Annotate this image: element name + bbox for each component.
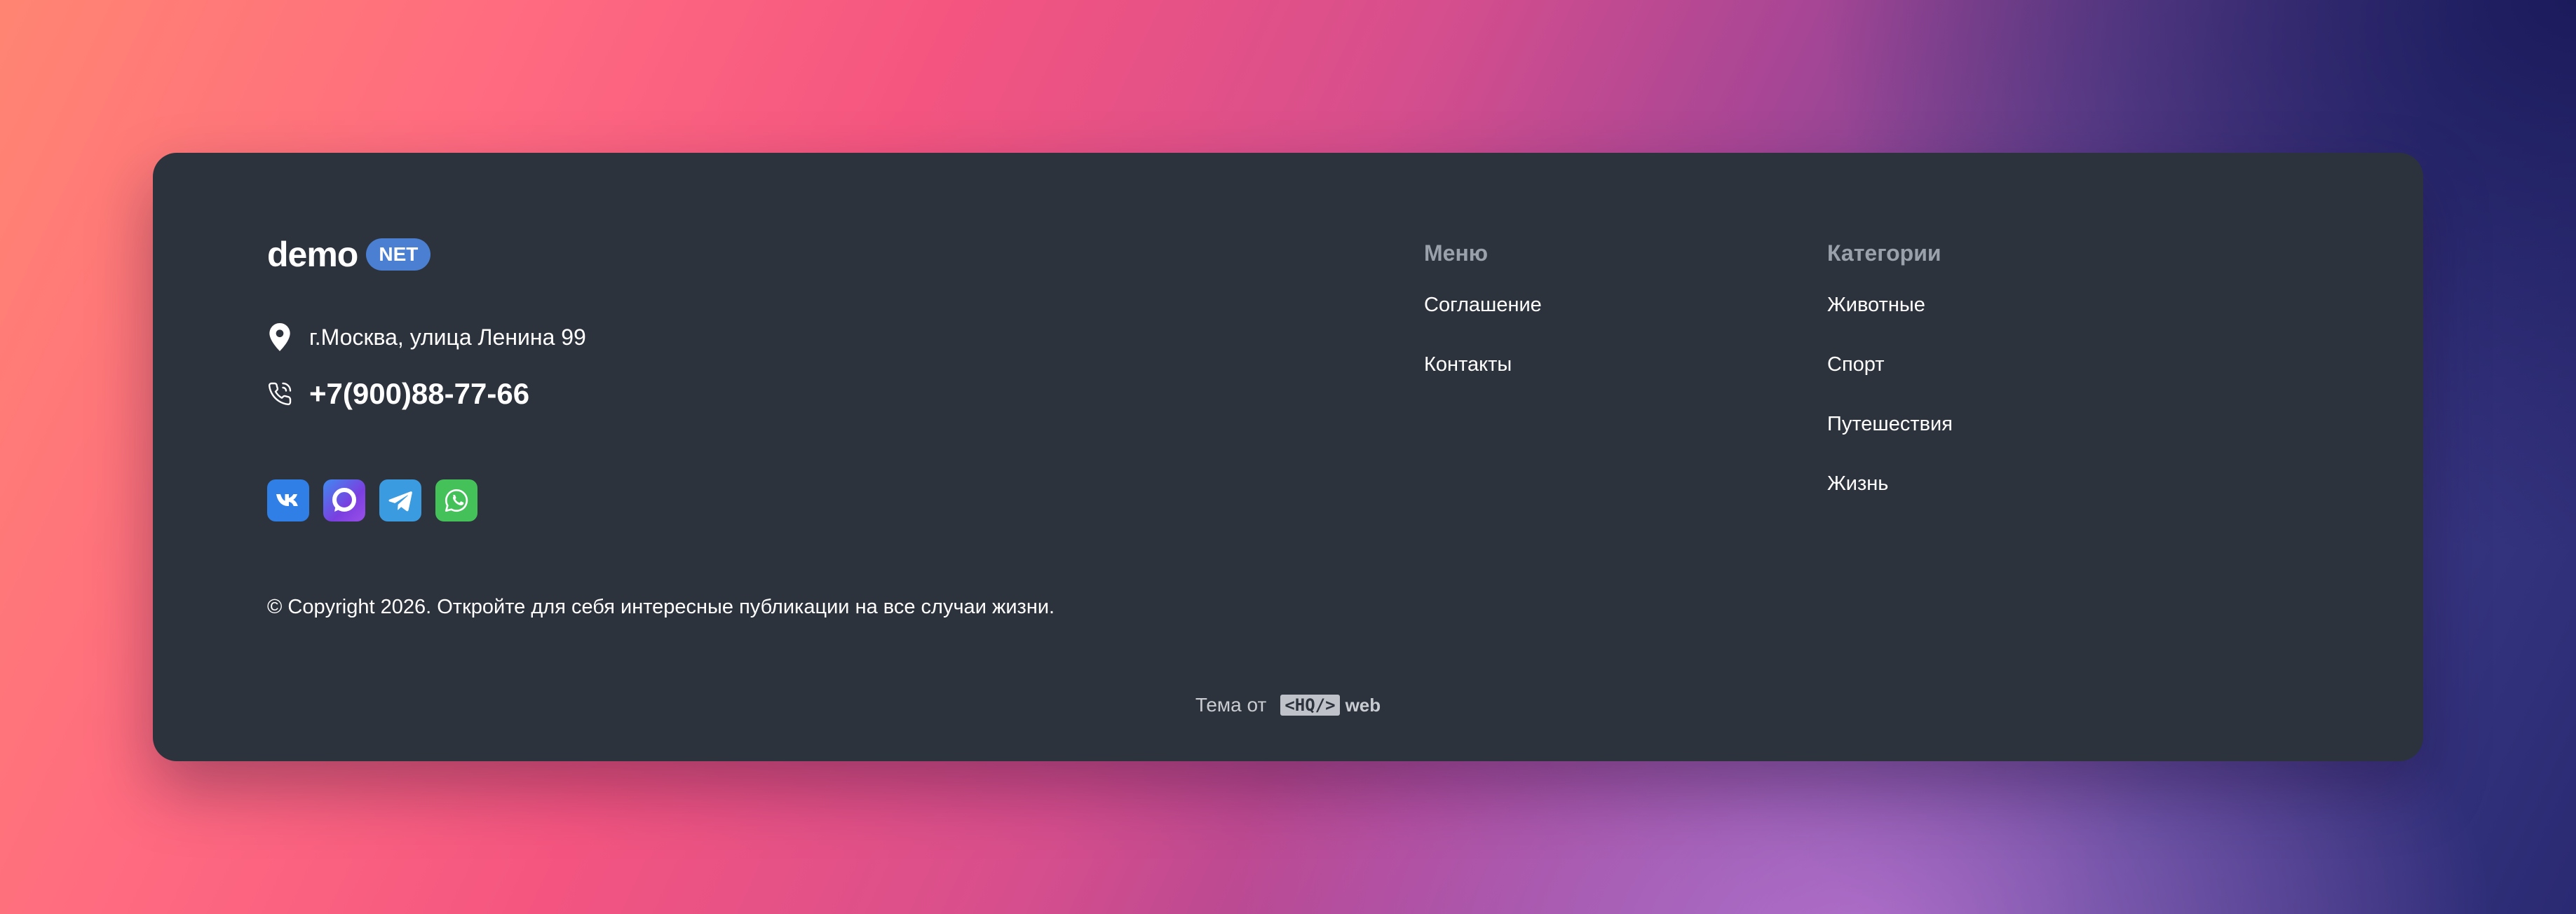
phone-link[interactable]: +7(900)88-77-66 bbox=[309, 377, 529, 411]
site-footer: demo NET г.Москва, улица Ленина 99 +7(90… bbox=[153, 153, 2423, 761]
category-link-animals[interactable]: Животные bbox=[1827, 293, 1953, 317]
menu-link-agreement[interactable]: Соглашение bbox=[1424, 293, 1542, 317]
logo-badge: NET bbox=[366, 238, 431, 271]
menu-link-contacts[interactable]: Контакты bbox=[1424, 353, 1542, 376]
phone-icon bbox=[267, 379, 292, 409]
hqweb-logo-box: <HQ/> bbox=[1280, 694, 1340, 716]
phone-row: +7(900)88-77-66 bbox=[267, 377, 529, 411]
address-row: г.Москва, улица Ленина 99 bbox=[267, 322, 586, 352]
telegram-icon[interactable] bbox=[379, 479, 421, 521]
menu-column: Меню Соглашение Контакты bbox=[1424, 240, 1542, 412]
theme-credit: Тема от <HQ/> web bbox=[153, 694, 2423, 716]
whatsapp-icon[interactable] bbox=[435, 479, 477, 521]
social-links bbox=[267, 479, 477, 521]
site-logo[interactable]: demo NET bbox=[267, 231, 431, 278]
categories-heading: Категории bbox=[1827, 240, 1941, 266]
location-pin-icon bbox=[267, 322, 292, 352]
vk-icon[interactable] bbox=[267, 479, 309, 521]
address-text: г.Москва, улица Ленина 99 bbox=[309, 324, 586, 350]
hqweb-logo-suffix: web bbox=[1345, 694, 1381, 716]
copyright-text: © Copyright 2026. Откройте для себя инте… bbox=[267, 596, 1055, 618]
max-messenger-icon[interactable] bbox=[323, 479, 365, 521]
category-link-sport[interactable]: Спорт bbox=[1827, 353, 1953, 376]
logo-text: demo bbox=[267, 235, 358, 274]
hqweb-logo-link[interactable]: <HQ/> web bbox=[1280, 695, 1381, 716]
category-link-life[interactable]: Жизнь bbox=[1827, 472, 1953, 496]
categories-column: Категории Животные Спорт Путешествия Жиз… bbox=[1827, 240, 1953, 531]
menu-heading: Меню bbox=[1424, 240, 1489, 266]
theme-credit-label: Тема от bbox=[1195, 694, 1267, 716]
category-link-travel[interactable]: Путешествия bbox=[1827, 412, 1953, 436]
